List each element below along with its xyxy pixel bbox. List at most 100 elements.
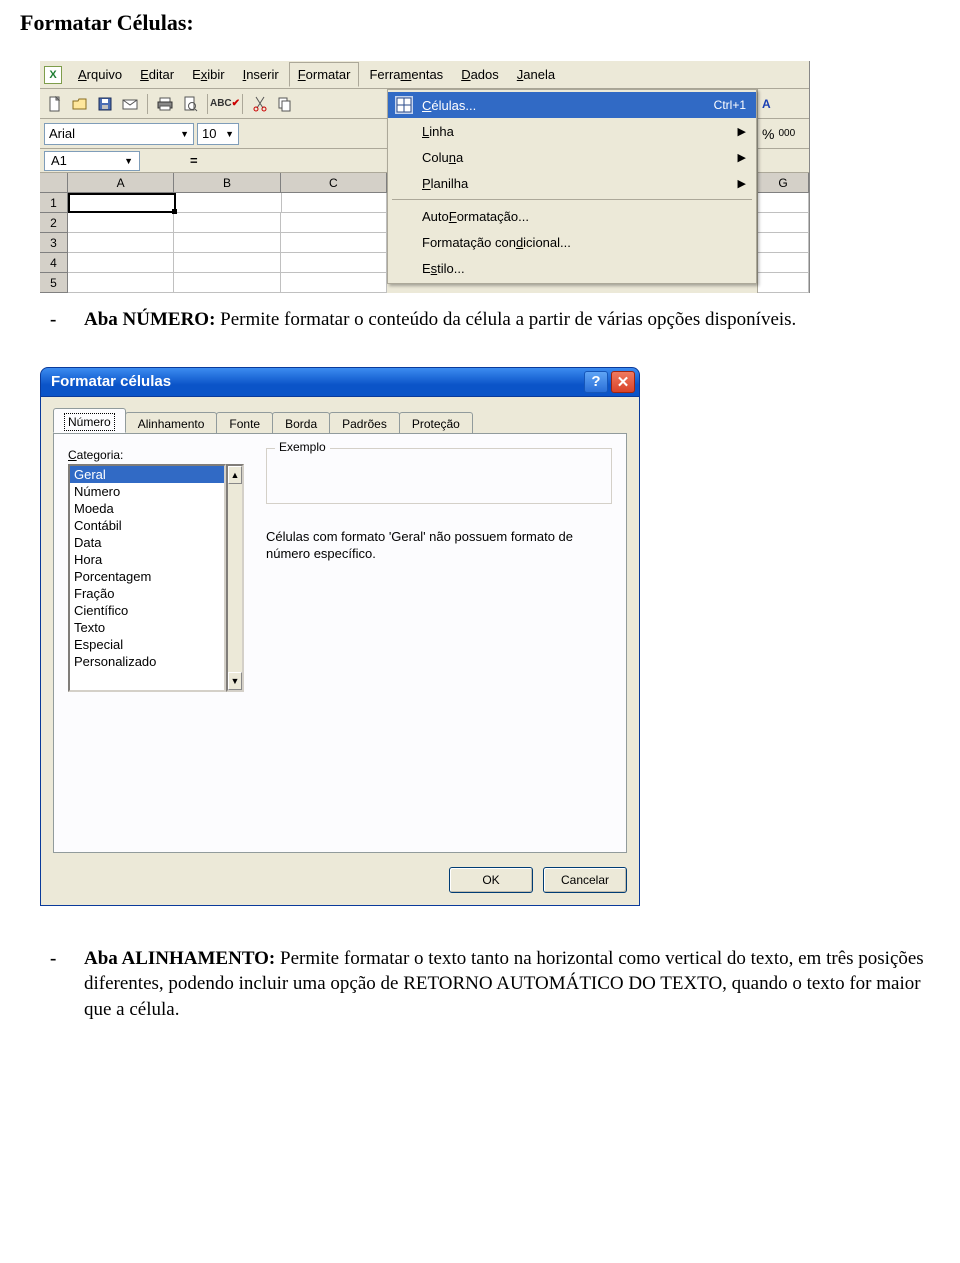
scroll-up-icon[interactable]: ▲: [228, 466, 242, 484]
tab-fonte[interactable]: Fonte: [216, 412, 273, 434]
cell[interactable]: [68, 273, 174, 293]
list-item[interactable]: Científico: [70, 602, 224, 619]
submenu-arrow-icon: ▶: [738, 177, 746, 190]
exemplo-groupbox: Exemplo: [266, 448, 612, 504]
col-header[interactable]: A: [68, 173, 174, 193]
font-name-combo[interactable]: Arial▼: [44, 123, 194, 145]
cell[interactable]: [758, 273, 809, 293]
row-header[interactable]: 3: [40, 233, 68, 253]
dd-condicional[interactable]: Formatação condicional...: [388, 229, 756, 255]
scroll-down-icon[interactable]: ▼: [228, 672, 242, 690]
cell[interactable]: [174, 273, 280, 293]
list-item[interactable]: Número: [70, 483, 224, 500]
cell[interactable]: [176, 193, 281, 213]
row-header[interactable]: 1: [40, 193, 68, 213]
dd-celulas[interactable]: Células... Ctrl+1: [388, 92, 756, 118]
cell[interactable]: [68, 213, 174, 233]
mail-icon[interactable]: [119, 93, 141, 115]
cell[interactable]: [68, 253, 174, 273]
tab-panel-numero: Categoria: Geral Número Moeda Contábil D…: [53, 433, 627, 853]
help-button[interactable]: ?: [584, 371, 608, 393]
cell[interactable]: [174, 253, 280, 273]
blank-icon: [394, 173, 414, 193]
dd-coluna[interactable]: Coluna ▶: [388, 144, 756, 170]
preview-icon[interactable]: [179, 93, 201, 115]
col-header-g[interactable]: G: [758, 173, 809, 193]
cell-a1[interactable]: [68, 193, 176, 213]
row-header[interactable]: 2: [40, 213, 68, 233]
list-item[interactable]: Geral: [70, 466, 224, 483]
tab-numero[interactable]: Número: [53, 408, 126, 433]
tab-alinhamento[interactable]: Alinhamento: [125, 412, 218, 434]
cell[interactable]: [758, 193, 809, 213]
dialog-titlebar[interactable]: Formatar células ? ✕: [40, 367, 640, 397]
list-item[interactable]: Especial: [70, 636, 224, 653]
dialog-title: Formatar células: [51, 373, 171, 390]
save-icon[interactable]: [94, 93, 116, 115]
zeros-icon[interactable]: 000: [778, 128, 795, 139]
col-header[interactable]: B: [174, 173, 280, 193]
name-box[interactable]: A1▼: [44, 151, 140, 171]
menu-editar[interactable]: Editar: [132, 63, 182, 86]
menu-arquivo[interactable]: Arquivo: [70, 63, 130, 86]
spellcheck-icon[interactable]: ABC✔: [214, 93, 236, 115]
cell[interactable]: [758, 213, 809, 233]
category-listbox[interactable]: Geral Número Moeda Contábil Data Hora Po…: [68, 464, 226, 692]
cell[interactable]: [174, 213, 280, 233]
list-item[interactable]: Data: [70, 534, 224, 551]
blank-icon: [394, 206, 414, 226]
cancel-button[interactable]: Cancelar: [543, 867, 627, 893]
list-item[interactable]: Personalizado: [70, 653, 224, 670]
list-item[interactable]: Texto: [70, 619, 224, 636]
cut-icon[interactable]: [249, 93, 271, 115]
tab-padroes[interactable]: Padrões: [329, 412, 400, 434]
col-header[interactable]: C: [281, 173, 387, 193]
right-sliver: A % 000 G: [757, 89, 809, 293]
cell[interactable]: [174, 233, 280, 253]
menu-formatar[interactable]: Formatar: [289, 62, 360, 87]
menubar: X Arquivo Editar Exibir Inserir Formatar…: [40, 61, 809, 89]
menu-inserir[interactable]: Inserir: [235, 63, 287, 86]
copy-icon[interactable]: [274, 93, 296, 115]
list-item[interactable]: Contábil: [70, 517, 224, 534]
close-button[interactable]: ✕: [611, 371, 635, 393]
menu-janela[interactable]: Janela: [509, 63, 563, 86]
tab-protecao[interactable]: Proteção: [399, 412, 473, 434]
menu-dados[interactable]: Dados: [453, 63, 507, 86]
cell[interactable]: [281, 233, 387, 253]
spreadsheet-grid[interactable]: A B C 1 2 3 4 5: [40, 173, 387, 293]
row-header[interactable]: 4: [40, 253, 68, 273]
formula-equals: =: [190, 153, 198, 168]
list-item[interactable]: Porcentagem: [70, 568, 224, 585]
menu-ferramentas[interactable]: Ferramentas: [361, 63, 451, 86]
open-icon[interactable]: [69, 93, 91, 115]
standard-toolbar: ABC✔: [40, 89, 387, 119]
sort-az-icon[interactable]: A: [762, 97, 771, 111]
percent-icon[interactable]: %: [762, 126, 774, 142]
dd-estilo[interactable]: Estilo...: [388, 255, 756, 281]
row-header[interactable]: 5: [40, 273, 68, 293]
cell[interactable]: [282, 193, 387, 213]
cell[interactable]: [281, 213, 387, 233]
listbox-scrollbar[interactable]: ▲ ▼: [226, 464, 244, 692]
format-cells-dialog: Formatar células ? ✕ Número Alinhamento …: [40, 367, 640, 906]
new-icon[interactable]: [44, 93, 66, 115]
cell[interactable]: [758, 253, 809, 273]
dd-linha[interactable]: Linha ▶: [388, 118, 756, 144]
dd-autoformatacao[interactable]: AutoFormatação...: [388, 203, 756, 229]
list-item[interactable]: Hora: [70, 551, 224, 568]
dd-planilha[interactable]: Planilha ▶: [388, 170, 756, 196]
font-size-combo[interactable]: 10▼: [197, 123, 239, 145]
ok-button[interactable]: OK: [449, 867, 533, 893]
tab-borda[interactable]: Borda: [272, 412, 330, 434]
cell[interactable]: [281, 273, 387, 293]
list-item[interactable]: Moeda: [70, 500, 224, 517]
blank-icon: [394, 147, 414, 167]
menu-exibir[interactable]: Exibir: [184, 63, 233, 86]
cell[interactable]: [758, 233, 809, 253]
cell[interactable]: [68, 233, 174, 253]
print-icon[interactable]: [154, 93, 176, 115]
list-item[interactable]: Fração: [70, 585, 224, 602]
cell[interactable]: [281, 253, 387, 273]
select-all-corner[interactable]: [40, 173, 68, 193]
